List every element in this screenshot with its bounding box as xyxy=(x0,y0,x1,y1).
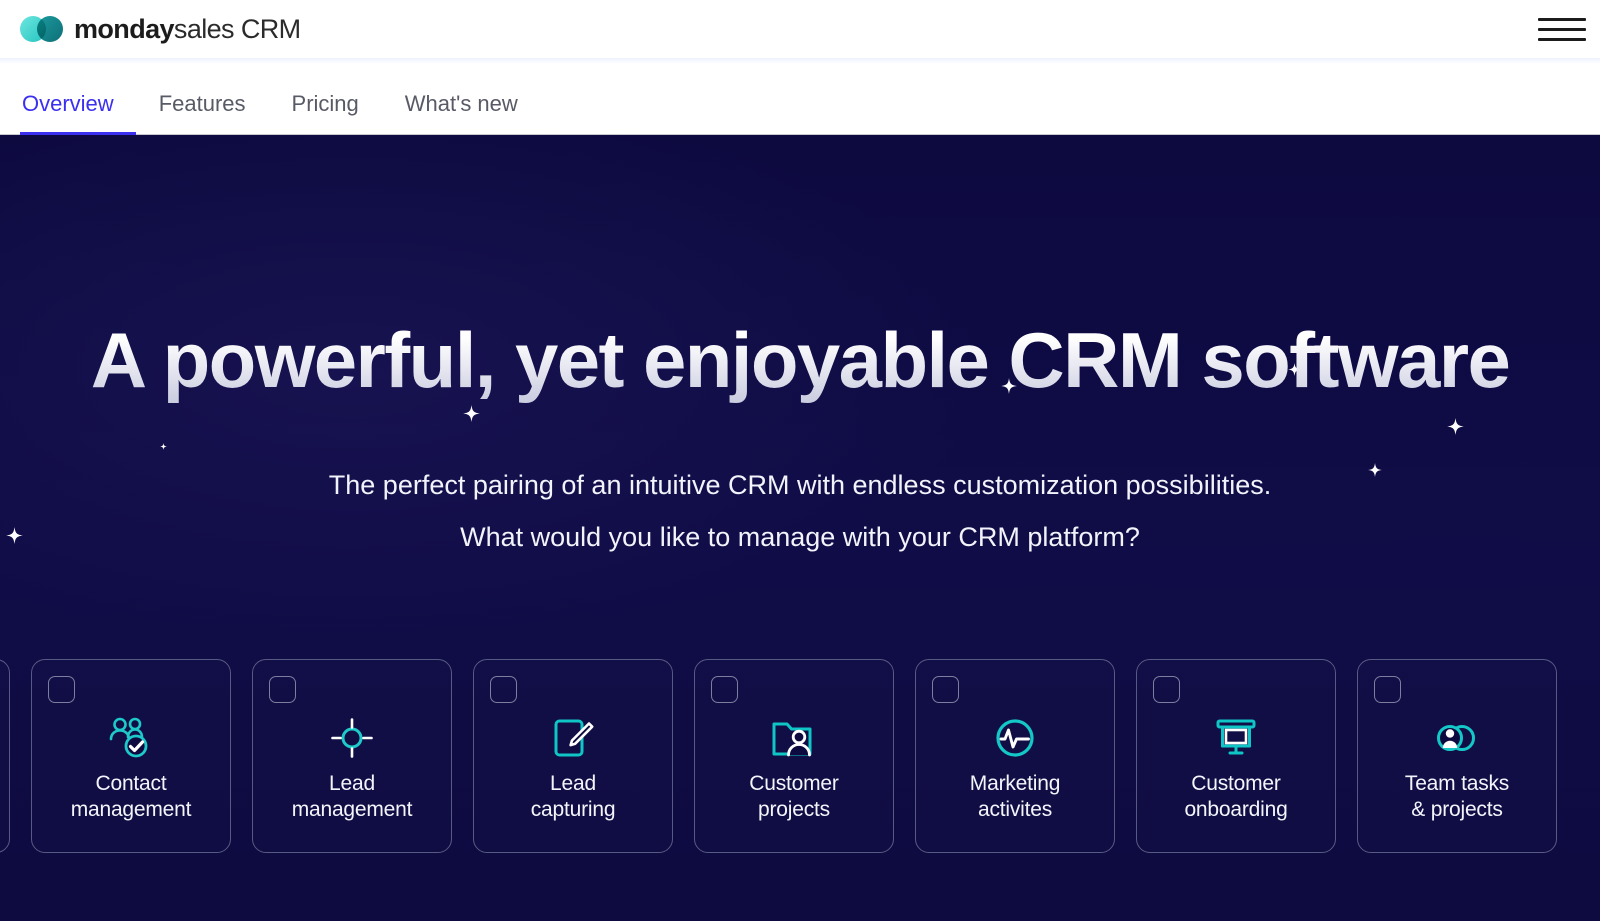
card-label-line-2: & projects xyxy=(1411,797,1503,821)
card-label-line-2: management xyxy=(70,797,192,821)
tab-whats-new[interactable]: What's new xyxy=(382,91,541,134)
use-case-card-lead-management[interactable]: Lead management xyxy=(252,659,452,853)
brand-name-bold: monday xyxy=(74,13,175,44)
hamburger-menu-icon[interactable] xyxy=(1538,11,1586,47)
tab-overview-label: Overview xyxy=(22,91,114,116)
tab-whats-new-label: What's new xyxy=(404,91,518,116)
brand-logo[interactable]: mondaysales CRM xyxy=(20,14,301,45)
use-case-card-partial-left[interactable] xyxy=(0,659,10,853)
card-label-line-2: capturing xyxy=(530,797,616,821)
monday-dots-logo-icon xyxy=(20,16,64,42)
card-label: Customer projects xyxy=(749,771,839,822)
card-label: Customer onboarding xyxy=(1184,771,1287,822)
hero-subtitle-line-2: What would you like to manage with your … xyxy=(460,521,1140,552)
hero-subtitle-line-1: The perfect pairing of an intuitive CRM … xyxy=(328,470,1272,500)
card-checkbox[interactable] xyxy=(711,676,738,703)
nav-tab-list: Overview Features Pricing What's new xyxy=(0,58,1600,135)
page-title: A powerful, yet enjoyable CRM software xyxy=(0,315,1600,406)
card-label-line-1: Customer xyxy=(1191,772,1281,795)
tab-features[interactable]: Features xyxy=(136,91,269,134)
document-pencil-icon xyxy=(550,715,596,761)
card-label: Contact management xyxy=(71,771,192,822)
tab-features-label: Features xyxy=(158,91,246,116)
secondary-nav-bar: Overview Features Pricing What's new xyxy=(0,58,1600,135)
presentation-screen-icon xyxy=(1213,715,1259,761)
target-crosshair-icon xyxy=(329,715,375,761)
card-checkbox[interactable] xyxy=(269,676,296,703)
card-label: Lead capturing xyxy=(531,771,616,822)
card-label-line-2: management xyxy=(291,797,413,821)
use-case-card-carousel[interactable]: Contact management Lead management Lead … xyxy=(0,659,1557,853)
card-label-line-1: Marketing xyxy=(969,772,1061,795)
card-label-line-1: Customer xyxy=(749,772,839,795)
use-case-card-contact-management[interactable]: Contact management xyxy=(31,659,231,853)
card-label-line-2: activites xyxy=(977,797,1053,821)
card-label-line-1: Lead xyxy=(329,772,375,795)
use-case-card-customer-onboarding[interactable]: Customer onboarding xyxy=(1136,659,1336,853)
folder-person-icon xyxy=(770,715,818,761)
use-case-card-marketing-activites[interactable]: Marketing activites xyxy=(915,659,1115,853)
card-label-line-1: Contact xyxy=(95,772,167,795)
tab-pricing-label: Pricing xyxy=(291,91,359,116)
tab-overview[interactable]: Overview xyxy=(20,91,136,135)
top-bar: mondaysales CRM xyxy=(0,0,1600,58)
hero-section: A powerful, yet enjoyable CRM software T… xyxy=(0,135,1600,921)
card-checkbox[interactable] xyxy=(490,676,517,703)
card-label-line-2: onboarding xyxy=(1184,797,1288,821)
sparkle-icon xyxy=(160,438,167,450)
card-label: Team tasks & projects xyxy=(1405,771,1509,822)
brand-name-light: sales CRM xyxy=(173,13,301,44)
sparkle-icon xyxy=(463,405,480,422)
pulse-circle-icon xyxy=(992,715,1038,761)
card-checkbox[interactable] xyxy=(932,676,959,703)
use-case-card-lead-capturing[interactable]: Lead capturing xyxy=(473,659,673,853)
card-checkbox[interactable] xyxy=(1374,676,1401,703)
card-checkbox[interactable] xyxy=(48,676,75,703)
card-label: Marketing activites xyxy=(969,771,1061,822)
card-label: Lead management xyxy=(292,771,413,822)
brand-logo-text: mondaysales CRM xyxy=(74,14,301,45)
card-label-line-2: projects xyxy=(758,797,830,821)
two-circles-person-icon xyxy=(1431,715,1483,761)
use-case-card-customer-projects[interactable]: Customer projects xyxy=(694,659,894,853)
tab-pricing[interactable]: Pricing xyxy=(269,91,382,134)
card-checkbox[interactable] xyxy=(1153,676,1180,703)
sparkle-icon xyxy=(1447,418,1464,435)
card-label-line-1: Team tasks xyxy=(1404,772,1510,795)
use-case-card-team-tasks-projects[interactable]: Team tasks & projects xyxy=(1357,659,1557,853)
hero-subtitle: The perfect pairing of an intuitive CRM … xyxy=(0,460,1600,564)
card-label-line-1: Lead xyxy=(550,772,596,795)
contacts-check-icon xyxy=(108,715,154,761)
